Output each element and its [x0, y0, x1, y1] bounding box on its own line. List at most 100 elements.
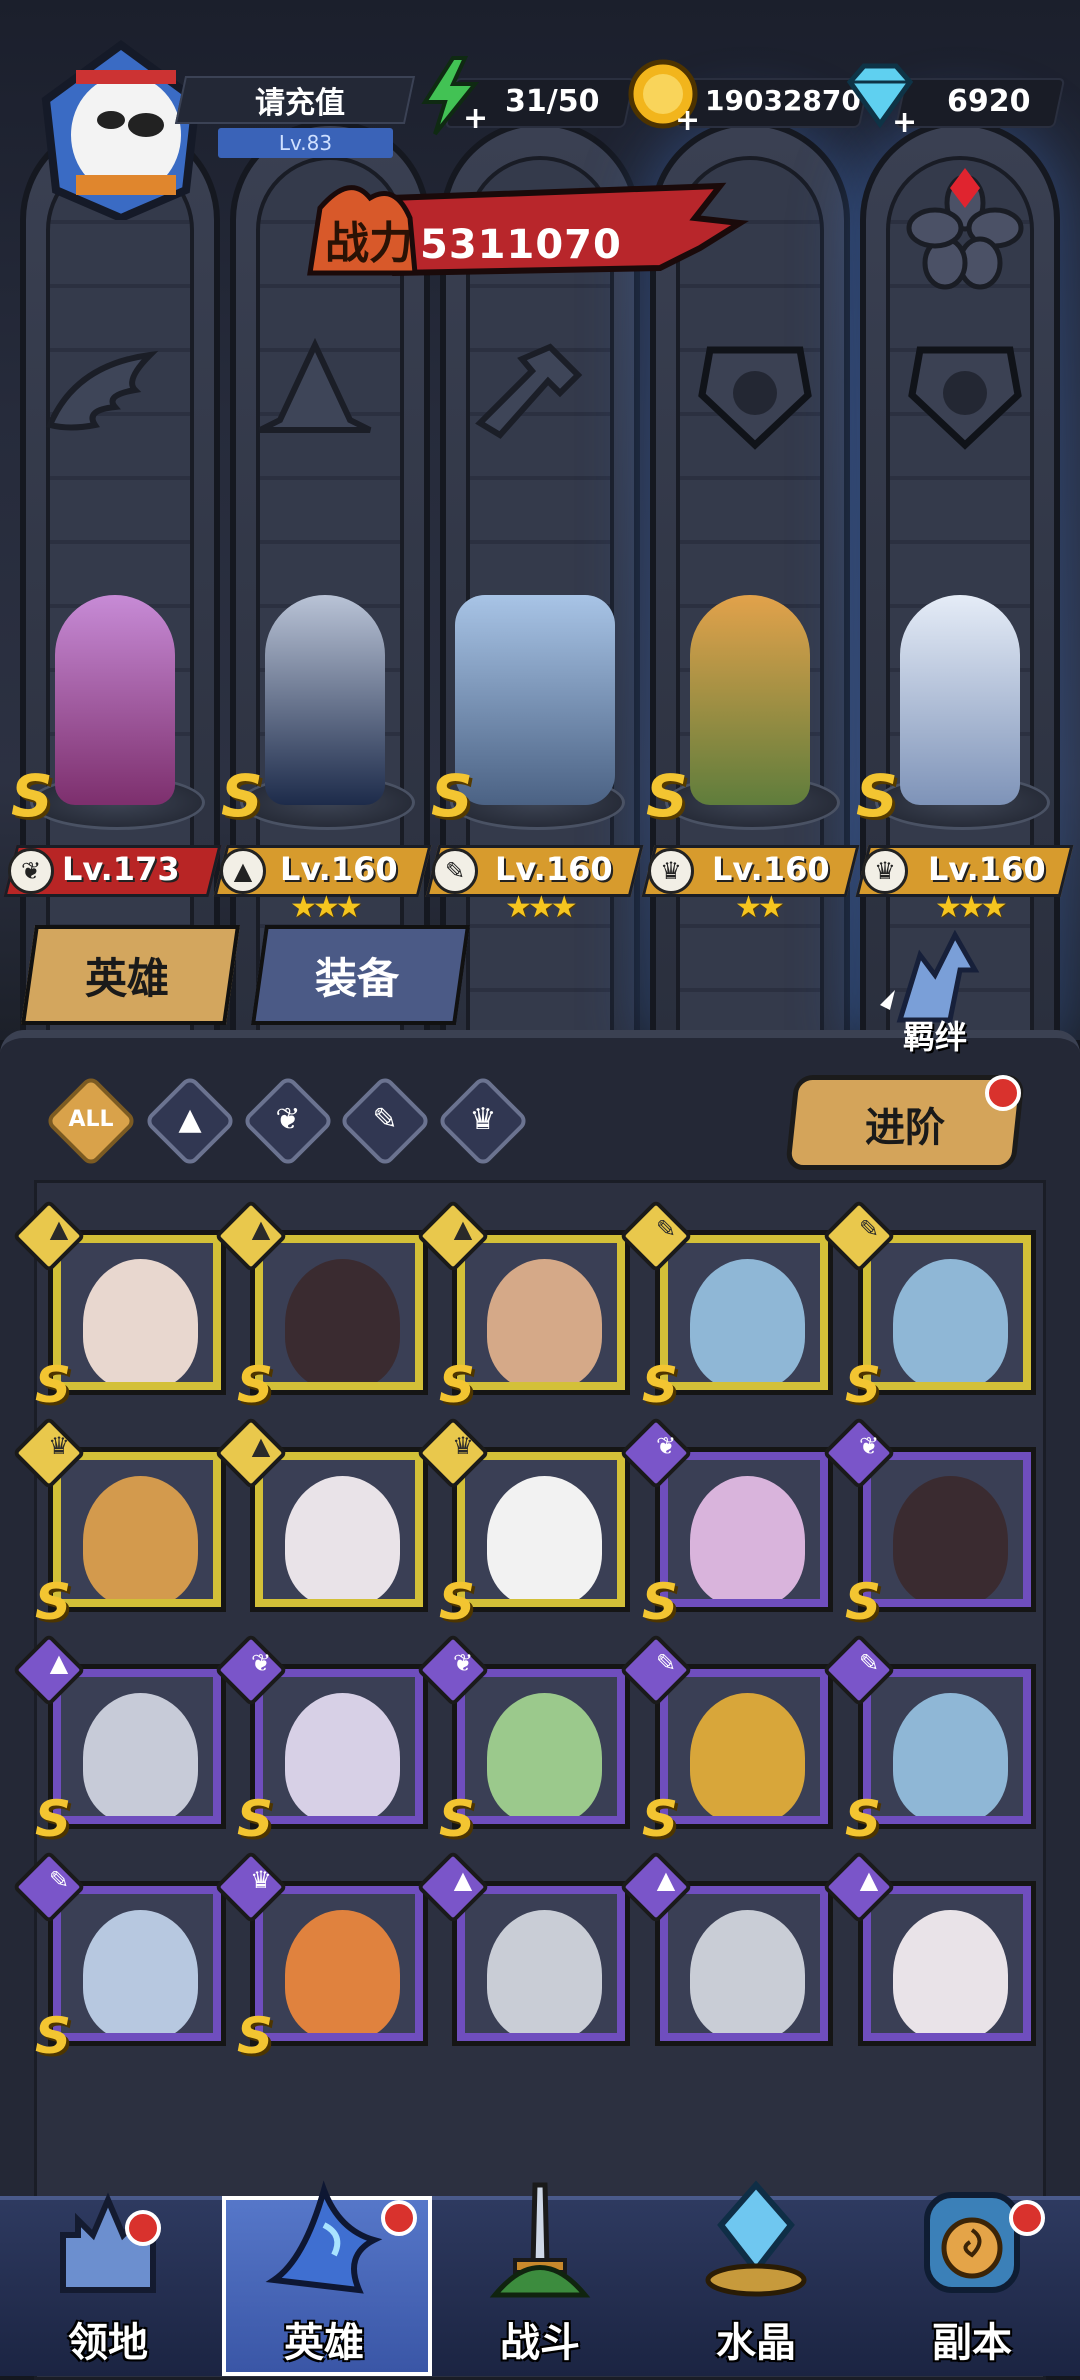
gold-value: 19032870 [705, 84, 861, 117]
hero-face [83, 1259, 198, 1382]
hero-level: Lv.173 [62, 850, 180, 888]
hero-portrait [263, 1243, 415, 1382]
rank-badge: S [845, 1573, 882, 1631]
hero-card[interactable]: ❦ S [619, 1416, 833, 1631]
svg-text:+: + [892, 105, 917, 136]
mage-hat-icon-glyph: ▲ [49, 1215, 69, 1243]
hero-card[interactable]: ❦ S [822, 1416, 1036, 1631]
hero-figure [690, 595, 810, 805]
hero-figure [265, 595, 385, 805]
beast-icon-glyph: ♛ [48, 1432, 70, 1460]
rank-badge: S [646, 762, 688, 830]
hero-face [83, 1693, 198, 1816]
hero-level: Lv.160 [280, 850, 398, 888]
hero-face [285, 1476, 400, 1599]
portal-icon [924, 2192, 1020, 2293]
hero-face [285, 1910, 400, 2033]
hero-level: Lv.160 [928, 850, 1046, 888]
beast-icon: ♛ [648, 848, 694, 894]
wing-icon-glyph: ❦ [858, 1432, 880, 1460]
beast-emblem-icon [900, 335, 1030, 455]
hero-card[interactable]: ▲ [822, 1850, 1036, 2046]
player-name[interactable]: 请充值 [180, 78, 420, 122]
hero-face [690, 1693, 805, 1816]
hero-portrait [871, 1894, 1023, 2033]
hero-portrait [465, 1243, 617, 1382]
nav-crystal-label: 水晶 [716, 2320, 796, 2366]
nav-battle[interactable]: 战斗 [432, 2180, 648, 2376]
wrench-icon-glyph: ✎ [655, 1649, 677, 1677]
wrench-icon: ✎ [432, 848, 478, 894]
hero-card[interactable]: ♛ S [12, 1416, 226, 1631]
hero-face [83, 1910, 198, 2033]
lineup-hero-slot-2[interactable]: S [221, 540, 425, 840]
hero-face [83, 1476, 198, 1599]
gold-coin-icon[interactable]: + [625, 56, 705, 140]
rank-badge: S [35, 1356, 72, 1414]
beast-icon-glyph: ♛ [452, 1432, 474, 1460]
hero-face [690, 1259, 805, 1382]
mage-hat-emblem-icon [250, 335, 380, 455]
lineup-hero-slot-1[interactable]: S [11, 540, 215, 840]
flower-menu-icon[interactable] [900, 168, 1030, 298]
player-avatar[interactable] [36, 40, 206, 223]
mage-hat-icon-glyph: ▲ [251, 1215, 271, 1243]
rank-badge: S [642, 1573, 679, 1631]
hero-card[interactable]: ▲ [214, 1416, 428, 1612]
hero-card[interactable]: ▲ S [12, 1199, 226, 1414]
hero-card[interactable]: ▲ [619, 1850, 833, 2046]
hero-card[interactable]: ▲ S [214, 1199, 428, 1414]
nav-heroes[interactable]: 英雄 [216, 2180, 432, 2376]
hero-card[interactable]: ▲ S [12, 1633, 226, 1848]
nav-heroes-label: 英雄 [284, 2320, 364, 2366]
mage-hat-icon: ▲ [220, 848, 266, 894]
player-level: Lv.83 [278, 131, 333, 155]
hero-portrait [668, 1243, 820, 1382]
rank-badge: S [237, 2007, 274, 2065]
crystal-icon [705, 2180, 807, 2297]
wing-icon-glyph: ❦ [250, 1649, 272, 1677]
mage-hat-icon: ▲ [178, 1102, 202, 1137]
hero-face [690, 1910, 805, 2033]
hero-portrait [263, 1894, 415, 2033]
beast-icon: ♛ [469, 1102, 497, 1137]
energy-bolt-icon[interactable]: + [415, 56, 488, 140]
hero-card[interactable]: ▲ S [416, 1199, 630, 1414]
wing-icon-glyph: ❦ [452, 1649, 474, 1677]
nav-territory-label: 领地 [68, 2320, 148, 2366]
rank-badge: S [845, 1356, 882, 1414]
nav-dungeon[interactable]: 副本 [864, 2180, 1080, 2376]
hero-card[interactable]: ✎ S [619, 1633, 833, 1848]
hero-face [285, 1259, 400, 1382]
rank-badge: S [439, 1573, 476, 1631]
hero-portrait [465, 1677, 617, 1816]
nav-territory[interactable]: 领地 [0, 2180, 216, 2376]
star-rating: ★★★ [505, 890, 578, 925]
nav-crystal[interactable]: 水晶 [648, 2180, 864, 2376]
hero-card[interactable]: ❦ S [416, 1633, 630, 1848]
hero-card[interactable]: ♛ S [214, 1850, 428, 2065]
power-value: 5311070 [420, 222, 622, 268]
lineup-hero-slot-3[interactable]: S [431, 540, 635, 840]
hero-portrait [61, 1894, 213, 2033]
hero-card[interactable]: ✎ S [822, 1199, 1036, 1414]
wrench-icon-glyph: ✎ [655, 1215, 677, 1243]
hero-face [487, 1259, 602, 1382]
rank-badge: S [237, 1356, 274, 1414]
hero-card[interactable]: ♛ S [416, 1416, 630, 1631]
hero-card[interactable]: ❦ S [214, 1633, 428, 1848]
sword-icon [489, 2182, 591, 2298]
lineup-hero-slot-5[interactable]: S [856, 540, 1060, 840]
hero-figure [900, 595, 1020, 805]
hero-card[interactable]: ✎ S [12, 1850, 226, 2065]
svg-text:+: + [463, 101, 485, 136]
lineup-hero-slot-4[interactable]: S [646, 540, 850, 840]
diamond-icon[interactable]: + [840, 56, 920, 140]
tab-heroes-label: 英雄 [85, 954, 170, 1003]
hero-figure [55, 595, 175, 805]
hero-face [893, 1693, 1008, 1816]
hero-portrait [871, 1677, 1023, 1816]
hero-card[interactable]: ✎ S [619, 1199, 833, 1414]
hero-card[interactable]: ✎ S [822, 1633, 1036, 1848]
hero-card[interactable]: ▲ [416, 1850, 630, 2046]
